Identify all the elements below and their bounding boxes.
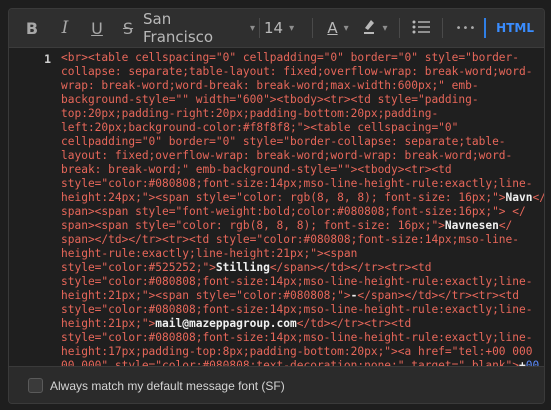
- code-segment: </span></td></tr><tr><td: [269, 261, 432, 274]
- code-line: <br><table cellspacing="0" cellpadding="…: [61, 51, 537, 65]
- divider: [399, 18, 400, 38]
- bullet-list-icon: [412, 19, 430, 38]
- code-line: wrap: break-word;word-break: break-word;…: [61, 79, 537, 93]
- italic-button[interactable]: I: [49, 9, 81, 47]
- code-segment: </: [498, 219, 513, 232]
- code-line: style="color:#080808;font-size:14px;mso-…: [61, 275, 537, 289]
- code-segment: height-rule:exactly;line-height:21px;"><…: [61, 247, 358, 260]
- code-line: style="color:#080808;font-size:14px;mso-…: [61, 177, 537, 191]
- code-line: left:20px;background-color:#f8f8f8;"><ta…: [61, 121, 537, 135]
- font-size-select[interactable]: 14 ▾: [264, 9, 306, 47]
- code-segment: Stilling: [215, 261, 270, 274]
- font-preference-bar: Always match my default message font (SF…: [9, 366, 544, 403]
- code-segment: 00: [525, 359, 540, 366]
- code-segment: height:21px;">: [61, 317, 156, 330]
- code-segment: span><span style="font-weight:bold;color…: [61, 205, 526, 218]
- chevron-down-icon: ▾: [382, 22, 388, 34]
- code-segment: height:21px;"><span style="color:#080808…: [61, 289, 351, 302]
- code-segment: style="color:#080808;font-size:14px;mso-…: [61, 303, 533, 316]
- font-size-value: 14: [264, 19, 284, 37]
- code-segment: 00 000" style="color:#080808;text-decora…: [61, 359, 520, 366]
- code-line: height-rule:exactly;line-height:21px;"><…: [61, 247, 537, 261]
- highlighter-icon: [362, 18, 376, 38]
- code-segment: +: [519, 359, 526, 366]
- code-segment: height:24px;"><span style="color: rgb(8,…: [61, 191, 506, 204]
- source-code[interactable]: <br><table cellspacing="0" cellpadding="…: [61, 51, 544, 366]
- code-segment: cellpadding="0" border="0" style="border…: [61, 135, 506, 148]
- code-line: span><span style="font-weight:bold;color…: [61, 205, 537, 219]
- code-line: cellpadding="0" border="0" style="border…: [61, 135, 537, 149]
- code-line: height:21px;"><span style="color:#080808…: [61, 289, 537, 303]
- code-segment: style="color:#080808;font-size:14px;mso-…: [61, 331, 533, 344]
- code-segment: style="color:#525252;">: [61, 261, 216, 274]
- code-segment: span><span style="color: rgb(8, 8, 8); f…: [61, 219, 445, 232]
- text-color-button[interactable]: A ▾: [319, 9, 357, 47]
- chevron-down-icon: ▾: [343, 22, 349, 34]
- underline-button[interactable]: U: [81, 9, 113, 47]
- list-button[interactable]: [406, 9, 436, 47]
- code-segment: style="color:#080808;font-size:14px;mso-…: [61, 177, 533, 190]
- code-segment: </td></tr><tr><td: [296, 317, 412, 330]
- divider: [312, 18, 313, 38]
- code-line: style="color:#080808;font-size:14px;mso-…: [61, 303, 537, 317]
- code-line: span><span style="color: rgb(8, 8, 8); f…: [61, 219, 537, 233]
- code-line: height:21px;">mail@mazeppagroup.com</td>…: [61, 317, 537, 331]
- code-line: height:17px;padding-top:8px;padding-bott…: [61, 345, 537, 359]
- code-segment: left:20px;background-color:#f8f8f8;"><ta…: [61, 121, 459, 134]
- code-line: top:20px;padding-right:20px;padding-bott…: [61, 107, 537, 121]
- code-segment: wrap: break-word;word-break: break-word;…: [61, 79, 479, 92]
- font-family-value: San Francisco: [143, 10, 214, 46]
- strikethrough-button[interactable]: S: [113, 9, 143, 47]
- code-segment: style="color:#080808;font-size:14px;mso-…: [61, 275, 533, 288]
- line-number: 1: [44, 52, 51, 66]
- divider: [259, 18, 260, 38]
- text-color-icon: A: [327, 19, 338, 37]
- highlight-button[interactable]: ▾: [357, 9, 393, 47]
- code-line: break: break-word;" emb-background-style…: [61, 163, 537, 177]
- format-toolbar: B I U S San Francisco ▾ 14 ▾ A ▾ ▾ ••• H…: [9, 9, 544, 48]
- code-segment: height:17px;padding-top:8px;padding-bott…: [61, 345, 533, 358]
- code-segment: <br><table cellspacing="0" cellpadding="…: [61, 51, 520, 64]
- code-segment: layout: fixed;overflow-wrap: break-word;…: [61, 149, 513, 162]
- bold-button[interactable]: B: [15, 9, 49, 47]
- code-segment: break: break-word;" emb-background-style…: [61, 163, 452, 176]
- code-line: span></td></tr><tr><td style="color:#080…: [61, 233, 537, 247]
- code-line: height:24px;"><span style="color: rgb(8,…: [61, 191, 544, 205]
- html-toggle-button[interactable]: HTML: [484, 18, 534, 38]
- font-family-select[interactable]: San Francisco ▾: [143, 9, 255, 47]
- code-line: 00 000" style="color:#080808;text-decora…: [61, 359, 540, 366]
- code-segment: top:20px;padding-right:20px;padding-bott…: [61, 107, 439, 120]
- chevron-down-icon: ▾: [249, 22, 255, 34]
- code-segment: </: [532, 191, 545, 204]
- code-segment: span></td></tr><tr><td style="color:#080…: [61, 233, 520, 246]
- code-segment: Navnesen: [444, 219, 499, 232]
- match-font-label[interactable]: Always match my default message font (SF…: [50, 379, 285, 393]
- match-font-checkbox[interactable]: [28, 378, 43, 393]
- code-segment: collapse: separate;table-layout: fixed;o…: [61, 65, 533, 78]
- code-segment: Navn: [505, 191, 533, 204]
- code-line: background-style="" width="600"><tbody><…: [61, 93, 537, 107]
- code-segment: background-style="" width="600"><tbody><…: [61, 93, 479, 106]
- code-line: layout: fixed;overflow-wrap: break-word;…: [61, 149, 537, 163]
- code-segment: mail@mazeppagroup.com: [155, 317, 297, 330]
- html-source-editor[interactable]: 1 <br><table cellspacing="0" cellpadding…: [9, 48, 544, 366]
- code-segment: </span></td></tr><tr><td: [357, 289, 520, 302]
- more-options-button[interactable]: •••: [449, 9, 483, 47]
- code-line: style="color:#080808;font-size:14px;mso-…: [61, 331, 537, 345]
- divider: [442, 18, 443, 38]
- compose-window: B I U S San Francisco ▾ 14 ▾ A ▾ ▾ ••• H…: [8, 8, 545, 404]
- line-number-gutter: 1: [9, 48, 53, 366]
- chevron-down-icon: ▾: [289, 22, 295, 34]
- code-line: collapse: separate;table-layout: fixed;o…: [61, 65, 537, 79]
- code-line: style="color:#525252;">Stilling</span></…: [61, 261, 537, 275]
